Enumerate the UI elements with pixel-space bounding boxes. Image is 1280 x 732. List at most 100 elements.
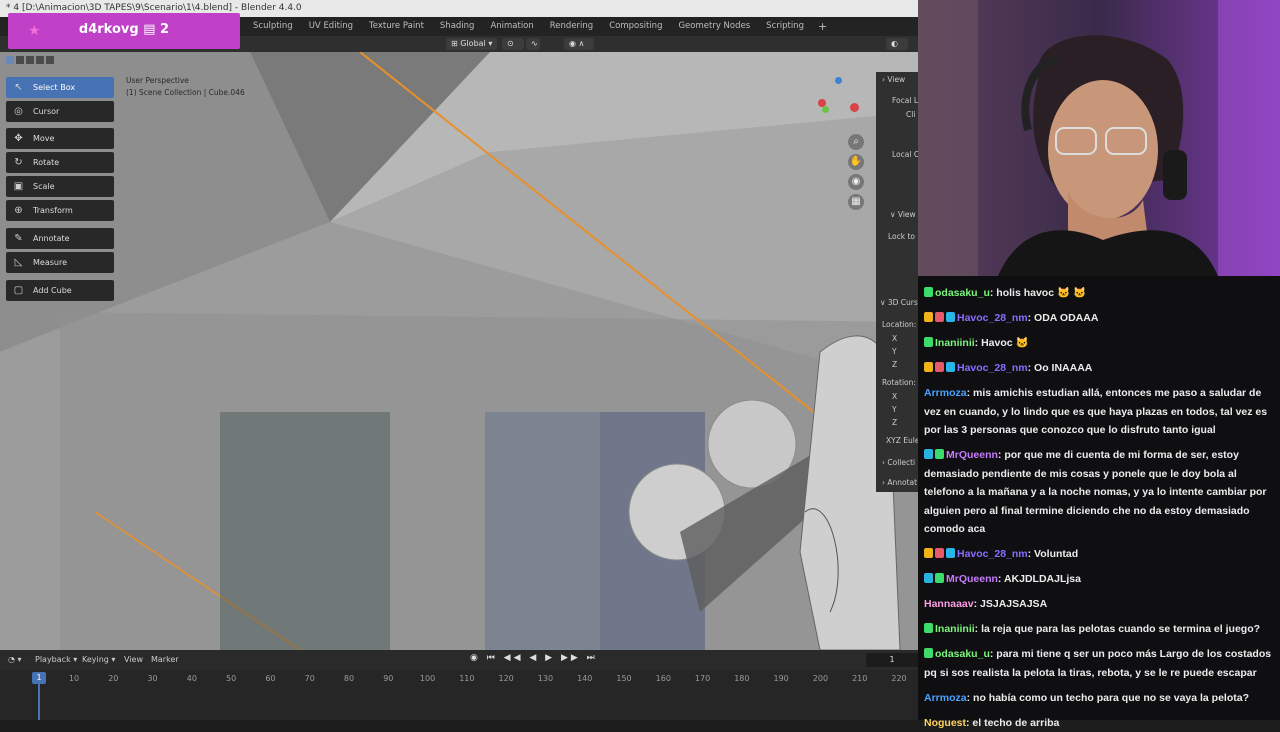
workspace-tab[interactable]: Animation [482, 17, 541, 36]
tool-rotate[interactable]: ↻Rotate [6, 152, 114, 173]
chat-text: no había como un techo para que no se va… [973, 692, 1249, 704]
timeline-menu-marker[interactable]: Marker [151, 655, 179, 664]
tool-scale[interactable]: ▣Scale [6, 176, 114, 197]
timeline-editor[interactable]: 1 10203040506070809010011012013014015016… [0, 670, 918, 720]
timeline-tick: 200 [813, 674, 828, 683]
cursor-y-field[interactable]: Y [892, 347, 897, 356]
chat-badge-icon [924, 287, 933, 297]
workspace-tab[interactable]: UV Editing [301, 17, 361, 36]
timeline-tick: 40 [187, 674, 197, 683]
workspace-tab[interactable]: Rendering [542, 17, 601, 36]
workspace-tab[interactable]: Geometry Nodes [670, 17, 758, 36]
chat-username[interactable]: Havoc_28_nm [957, 362, 1028, 374]
rotation-x-field[interactable]: X [892, 392, 897, 401]
chat-username[interactable]: Havoc_28_nm [957, 548, 1028, 560]
rotation-z-field[interactable]: Z [892, 418, 897, 427]
chat-message: Havoc_28_nm: ODA ODAAA [924, 309, 1274, 328]
timeline-tick: 60 [265, 674, 275, 683]
zoom-icon[interactable]: ⌕ [848, 134, 864, 150]
workspace-tab[interactable]: Sculpting [245, 17, 301, 36]
orientation-label: Global [460, 39, 486, 48]
editor-type-icon[interactable]: ◔ ▾ [8, 655, 22, 664]
chat-message: Havoc_28_nm: Oo INAAAA [924, 359, 1274, 378]
timeline-tick: 130 [538, 674, 553, 683]
chat-username[interactable]: Havoc_28_nm [957, 312, 1028, 324]
pan-hand-icon[interactable]: ✋ [848, 154, 864, 170]
snap-icon[interactable]: ∿ [526, 38, 540, 50]
cursor-z-field[interactable]: Z [892, 360, 897, 369]
chat-text: ODA ODAAA [1034, 312, 1098, 324]
chat-text: la reja que para las pelotas cuando se t… [981, 623, 1260, 635]
workspace-tab[interactable]: Compositing [601, 17, 670, 36]
rotation-y-field[interactable]: Y [892, 405, 897, 414]
timeline-tick: 100 [420, 674, 435, 683]
add-workspace-icon[interactable]: + [812, 20, 833, 33]
chat-badge-icon [924, 312, 933, 322]
cursor-x-field[interactable]: X [892, 334, 897, 343]
panel-view-header[interactable]: › View [882, 75, 905, 84]
tool-transform[interactable]: ⊕Transform [6, 200, 114, 221]
euler-dropdown[interactable]: XYZ Eule [886, 436, 918, 445]
panel-view-lock-header[interactable]: ∨ View [890, 210, 916, 219]
chat-username[interactable]: odasaku_u [935, 287, 990, 299]
workspace-tab[interactable]: Scripting [758, 17, 812, 36]
viewport-perspective-label: User Perspective [126, 76, 189, 85]
gizmo-y-axis[interactable] [822, 106, 829, 113]
tool-select-box[interactable]: ↖Select Box [6, 77, 114, 98]
timeline-tick: 80 [344, 674, 354, 683]
mode-invert-icon[interactable] [36, 56, 44, 64]
cursor-icon: ◎ [13, 106, 24, 117]
overlays-icon[interactable]: ◐ [886, 38, 908, 50]
playback-controls[interactable]: ◉ ⏮ ◀◀ ◀ ▶ ▶▶ ⏭ [470, 653, 598, 663]
chat-username[interactable]: Noguest [924, 717, 966, 729]
tool-move[interactable]: ✥Move [6, 128, 114, 149]
panel-annotations-header[interactable]: › Annotat [882, 478, 917, 487]
tool-measure[interactable]: ◺Measure [6, 252, 114, 273]
timeline-tick: 180 [734, 674, 749, 683]
3d-viewport[interactable]: User Perspective (1) Scene Collection | … [0, 52, 918, 650]
chat-username[interactable]: Arrmoza [924, 387, 967, 399]
proportional-edit-icon[interactable]: ◉ ∧ [564, 38, 594, 50]
orientation-dropdown[interactable]: ⊞ Global ▾ [446, 38, 497, 50]
chat-message: MrQueenn: AKJDLDAJLjsa [924, 570, 1274, 589]
ortho-grid-icon[interactable]: ▦ [848, 194, 864, 210]
select-mode-icons[interactable] [6, 56, 54, 64]
panel-3d-cursor-header[interactable]: ∨ 3D Curs [880, 298, 918, 307]
pivot-icon[interactable]: ⊙ [502, 38, 524, 50]
timeline-menu-view[interactable]: View [124, 655, 143, 664]
mode-new-icon[interactable] [6, 56, 14, 64]
chat-username[interactable]: Hannaaav [924, 598, 974, 610]
timeline-tick: 170 [695, 674, 710, 683]
current-frame-field[interactable]: 1 [866, 653, 918, 667]
move-icon: ✥ [13, 133, 24, 144]
chat-badge-icon [935, 548, 944, 558]
chat-username[interactable]: MrQueenn [946, 449, 998, 461]
chat-username[interactable]: Inaniinii [935, 623, 975, 635]
camera-icon[interactable]: ◉ [848, 174, 864, 190]
timeline-header: ◔ ▾ Playback ▾ Keying ▾ View Marker ◉ ⏮ … [0, 650, 918, 670]
chat-text: Oo INAAAA [1034, 362, 1092, 374]
chat-username[interactable]: Arrmoza [924, 692, 967, 704]
chat-text: Voluntad [1034, 548, 1078, 560]
timeline-menu-keying[interactable]: Keying ▾ [82, 655, 115, 664]
mode-extend-icon[interactable] [16, 56, 24, 64]
gizmo-x-neg-axis[interactable] [850, 103, 859, 112]
chat-username[interactable]: odasaku_u [935, 648, 990, 660]
playhead[interactable]: 1 [32, 672, 46, 684]
tool-add-cube[interactable]: ▢Add Cube [6, 280, 114, 301]
mode-subtract-icon[interactable] [26, 56, 34, 64]
mode-intersect-icon[interactable] [46, 56, 54, 64]
webcam-image [918, 0, 1280, 276]
workspace-tab[interactable]: Shading [432, 17, 483, 36]
gizmo-z-axis[interactable] [835, 77, 842, 84]
tool-cursor[interactable]: ◎Cursor [6, 101, 114, 122]
tool-annotate[interactable]: ✎Annotate [6, 228, 114, 249]
timeline-tick: 110 [459, 674, 474, 683]
timeline-menu-playback[interactable]: Playback ▾ [35, 655, 77, 664]
chat-badge-icon [946, 312, 955, 322]
chat-username[interactable]: Inaniinii [935, 337, 975, 349]
panel-collections-header[interactable]: › Collecti [882, 458, 915, 467]
chat-username[interactable]: MrQueenn [946, 573, 998, 585]
workspace-tab[interactable]: Texture Paint [361, 17, 432, 36]
chat-message: Hannaaav: JSJAJSAJSA [924, 595, 1274, 614]
